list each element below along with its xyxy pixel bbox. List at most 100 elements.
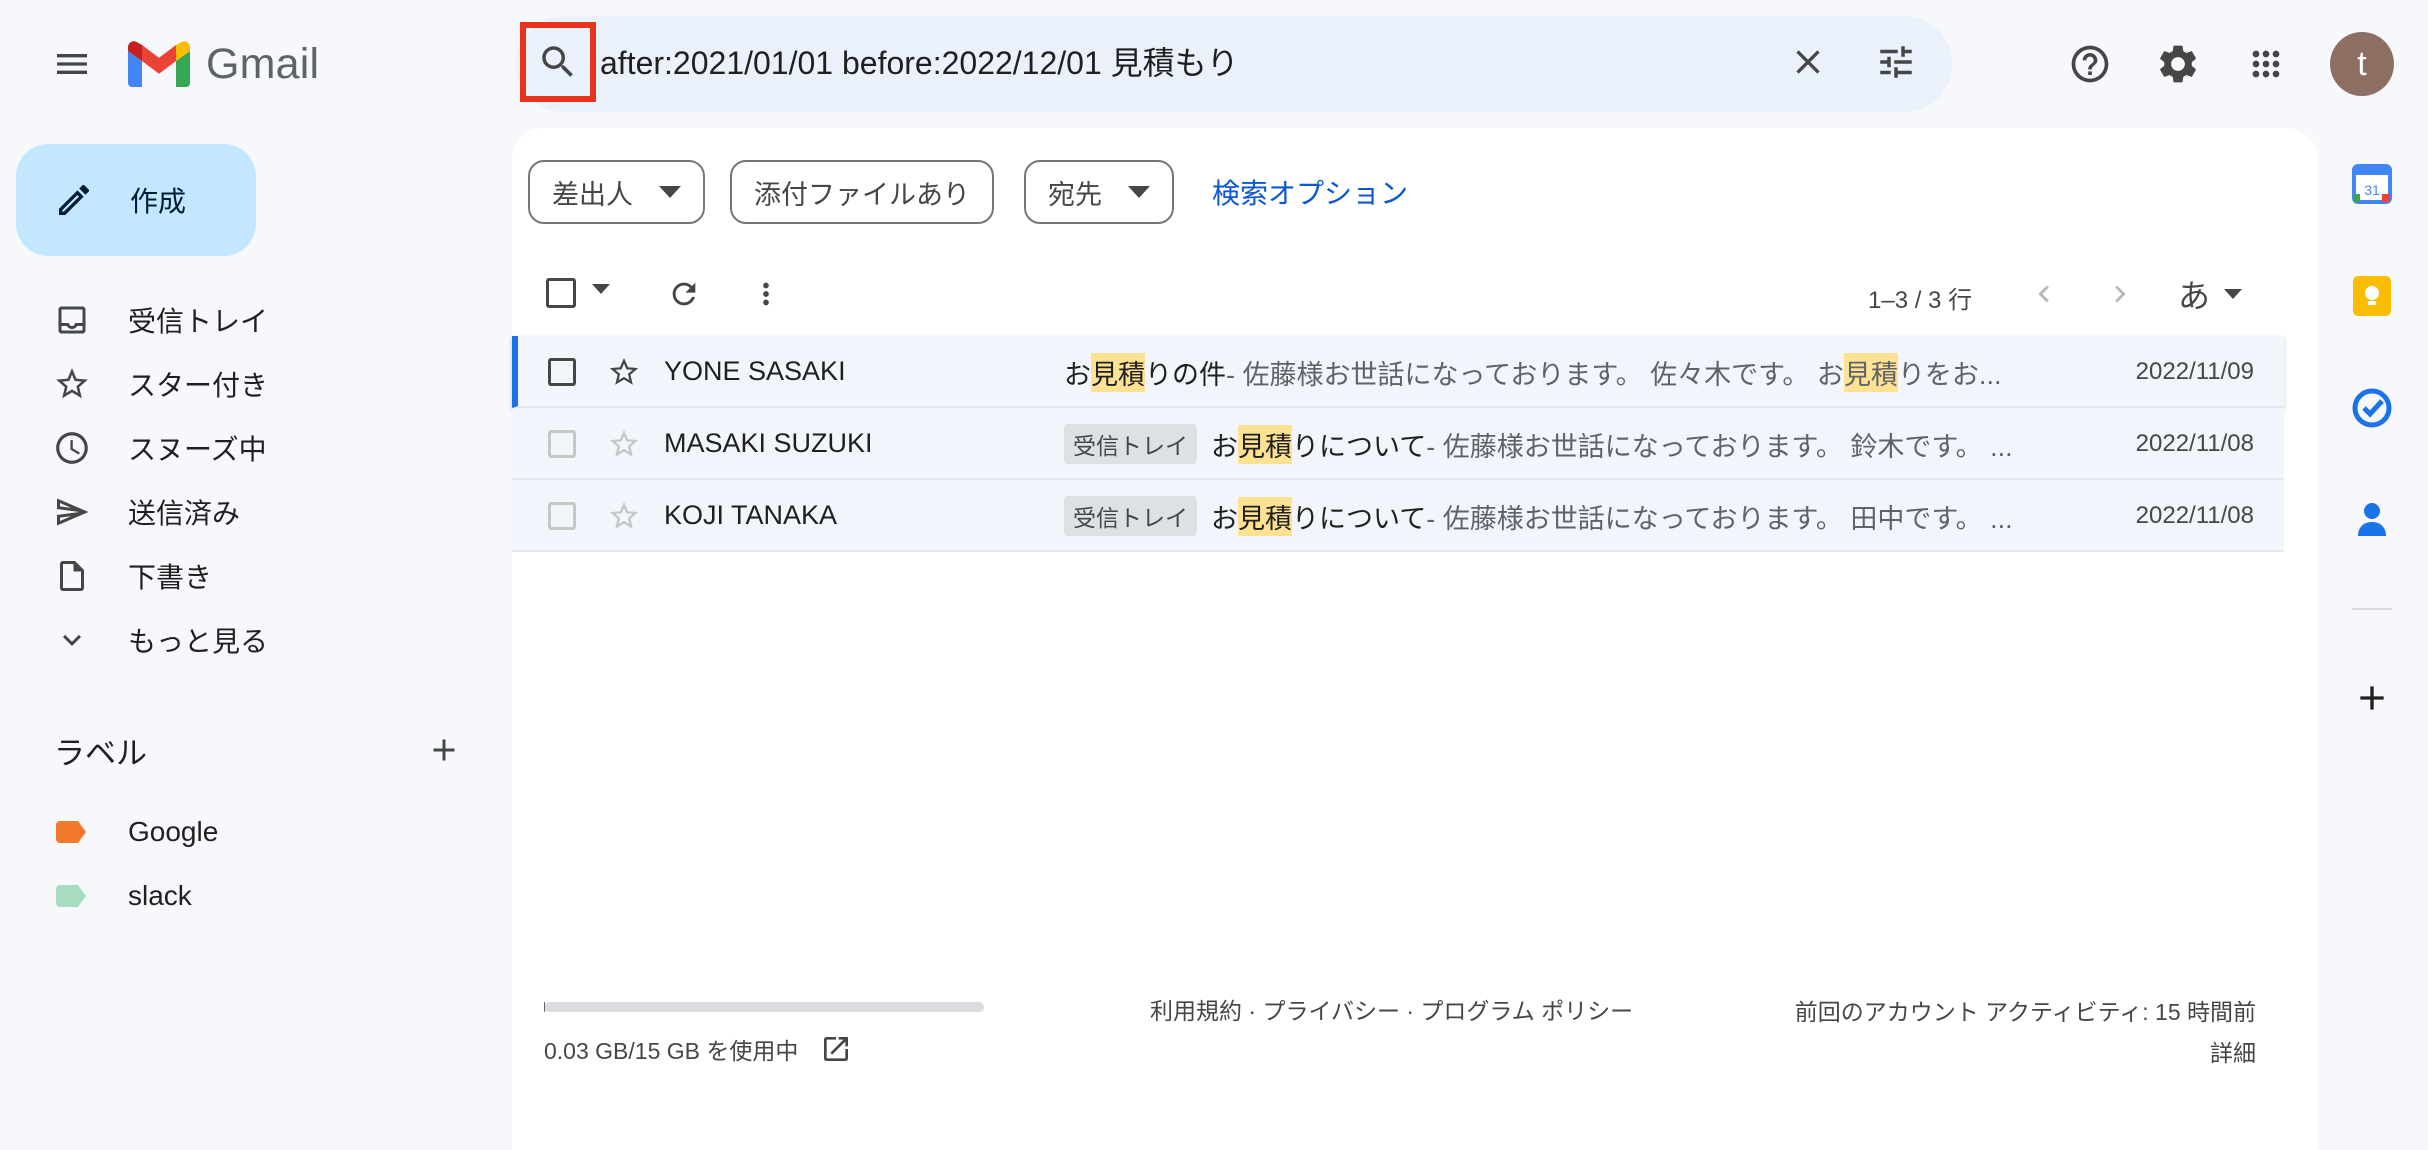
- contacts-app-button[interactable]: [2346, 494, 2398, 546]
- email-snippet: - 佐藤様お世話になっております。 佐々木です。 お: [1226, 359, 1844, 390]
- filter-attachment-label: 添付ファイルあり: [754, 179, 970, 210]
- plus-icon: [433, 739, 455, 761]
- label-item-google[interactable]: Google: [0, 804, 500, 860]
- calendar-icon: 31: [2352, 164, 2392, 204]
- label-name: Google: [128, 816, 219, 847]
- input-tools-button[interactable]: あ: [2178, 272, 2243, 316]
- sidebar-item-snoozed[interactable]: スヌーズ中: [0, 416, 500, 480]
- add-label-button[interactable]: [420, 726, 468, 774]
- apps-button[interactable]: [2234, 32, 2298, 96]
- email-subject-prefix: お: [1211, 503, 1238, 534]
- open-in-new-icon[interactable]: [820, 1033, 852, 1065]
- storage-bar: [544, 1002, 984, 1012]
- star-icon: [609, 429, 639, 457]
- email-list: YONE SASAKI お見積 りの件 - 佐藤様お世話になっております。 佐々木…: [512, 336, 2284, 552]
- settings-button[interactable]: [2146, 32, 2210, 96]
- email-subject-highlight: 見積: [1238, 496, 1292, 536]
- compose-button[interactable]: 作成: [16, 144, 256, 256]
- star-icon: [609, 501, 639, 529]
- plus-icon: [2360, 686, 2384, 710]
- email-date: 2022/11/08: [2135, 502, 2254, 529]
- email-subject-suffix: りについて: [1292, 503, 1427, 534]
- input-tools-label: あ: [2178, 278, 2211, 314]
- search-button[interactable]: [520, 22, 596, 102]
- tune-icon: [1880, 46, 1912, 78]
- filter-from-chip[interactable]: 差出人: [528, 160, 705, 224]
- keep-app-button[interactable]: [2346, 270, 2398, 322]
- sidebar-item-label: スター付き: [128, 370, 269, 401]
- newer-page-button[interactable]: [2022, 272, 2066, 316]
- filter-attachment-chip[interactable]: 添付ファイルあり: [730, 160, 994, 224]
- label-item-slack[interactable]: slack: [0, 868, 500, 924]
- email-subject-prefix: お: [1211, 431, 1238, 462]
- label-tag-icon: [56, 821, 86, 843]
- label-tag-icon: [56, 885, 86, 907]
- account-avatar[interactable]: t: [2330, 32, 2394, 96]
- email-row[interactable]: KOJI TANAKA 受信トレイお見積 りについて - 佐藤様お世話になっており…: [512, 480, 2284, 552]
- email-date: 2022/11/09: [2135, 358, 2254, 385]
- chevron-down-icon: [50, 618, 94, 662]
- email-subject-suffix: りについて: [1292, 431, 1427, 462]
- email-checkbox[interactable]: [548, 502, 576, 530]
- help-button[interactable]: [2058, 32, 2122, 96]
- more-actions-button[interactable]: [744, 272, 788, 316]
- email-snippet-suffix: りをお...: [1897, 359, 2002, 390]
- inbox-badge[interactable]: 受信トレイ: [1064, 496, 1197, 536]
- get-addons-button[interactable]: [2346, 672, 2398, 724]
- footer-links[interactable]: 利用規約 · プライバシー · プログラム ポリシー: [1150, 992, 1633, 1026]
- label-name: slack: [128, 880, 192, 911]
- email-row[interactable]: MASAKI SUZUKI 受信トレイお見積 りについて - 佐藤様お世話になって…: [512, 408, 2284, 480]
- close-icon: [1796, 50, 1820, 74]
- sidebar-item-drafts[interactable]: 下書き: [0, 544, 500, 608]
- email-snippet: - 佐藤様お世話になっております。 田中です。 ...: [1426, 503, 2013, 534]
- labels-heading: ラベル: [54, 736, 147, 771]
- email-content: 受信トレイお見積 りについて - 佐藤様お世話になっております。 田中です。 ..…: [1064, 496, 2064, 536]
- activity-details-link[interactable]: 詳細: [1795, 1033, 2256, 1074]
- email-snippet-highlight: 見積: [1843, 352, 1898, 392]
- top-bar: Gmail after:2021/01/01 before:2022/12/01…: [0, 0, 2428, 128]
- filter-to-label: 宛先: [1048, 179, 1102, 210]
- compose-label: 作成: [130, 186, 187, 217]
- tasks-icon: [2352, 388, 2392, 428]
- advanced-search-link[interactable]: 検索オプション: [1212, 172, 1408, 212]
- select-all-checkbox[interactable]: [546, 278, 576, 308]
- star-button[interactable]: [604, 352, 644, 392]
- sidebar-item-label: もっと見る: [128, 626, 269, 657]
- email-date: 2022/11/08: [2135, 430, 2254, 457]
- contacts-icon: [2358, 503, 2386, 536]
- filter-to-chip[interactable]: 宛先: [1024, 160, 1174, 224]
- calendar-app-button[interactable]: 31: [2346, 158, 2398, 210]
- sidebar-item-more[interactable]: もっと見る: [0, 608, 500, 672]
- draft-icon: [50, 554, 94, 598]
- keep-icon: [2353, 276, 2391, 316]
- email-checkbox[interactable]: [548, 358, 576, 386]
- rail-divider: [2352, 608, 2392, 610]
- sidebar-item-starred[interactable]: スター付き: [0, 352, 500, 416]
- email-subject-highlight: 見積: [1091, 352, 1145, 392]
- email-row[interactable]: YONE SASAKI お見積 りの件 - 佐藤様お世話になっております。 佐々木…: [512, 336, 2284, 408]
- star-button[interactable]: [604, 496, 644, 536]
- inbox-badge[interactable]: 受信トレイ: [1064, 424, 1197, 464]
- gmail-logo[interactable]: Gmail: [128, 36, 319, 92]
- search-input[interactable]: after:2021/01/01 before:2022/12/01 見積もり: [600, 36, 1239, 90]
- search-options-button[interactable]: [1868, 34, 1924, 90]
- select-options-caret-icon[interactable]: [592, 284, 610, 294]
- sidebar-item-label: 下書き: [128, 562, 213, 593]
- inbox-icon: [50, 298, 94, 342]
- clear-search-button[interactable]: [1780, 34, 1836, 90]
- sidebar-item-sent[interactable]: 送信済み: [0, 480, 500, 544]
- main-menu-icon[interactable]: [40, 32, 104, 96]
- star-button[interactable]: [604, 424, 644, 464]
- older-page-button[interactable]: [2098, 272, 2142, 316]
- gmail-m-icon: [128, 41, 190, 87]
- chevron-left-icon: [2038, 285, 2049, 303]
- email-content: 受信トレイお見積 りについて - 佐藤様お世話になっております。 鈴木です。 ..…: [1064, 424, 2064, 464]
- sidebar-item-inbox[interactable]: 受信トレイ: [0, 288, 500, 352]
- email-checkbox[interactable]: [548, 430, 576, 458]
- tasks-app-button[interactable]: [2346, 382, 2398, 434]
- email-content: お見積 りの件 - 佐藤様お世話になっております。 佐々木です。 お見積 りをお..…: [1064, 352, 2064, 392]
- sidebar-item-label: 受信トレイ: [128, 306, 269, 337]
- chevron-right-icon: [2115, 285, 2126, 303]
- refresh-button[interactable]: [662, 272, 706, 316]
- more-vert-icon: [763, 282, 769, 306]
